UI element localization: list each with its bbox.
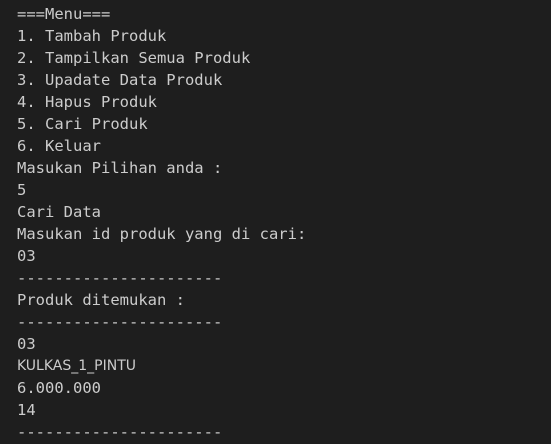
result-found-label: Produk ditemukan : xyxy=(17,291,185,309)
menu-option-4: 4. Hapus Produk xyxy=(17,93,157,111)
menu-option-1: 1. Tambah Produk xyxy=(17,27,167,45)
menu-option-6: 6. Keluar xyxy=(17,137,101,155)
choice-prompt: Masukan Pilihan anda : xyxy=(17,159,223,177)
separator-line: ---------------------- xyxy=(17,269,223,287)
separator-line: ---------------------- xyxy=(17,423,223,441)
separator-line: ---------------------- xyxy=(17,313,223,331)
id-input-value: 03 xyxy=(17,247,36,265)
terminal-output[interactable]: ===Menu=== 1. Tambah Produk 2. Tampilkan… xyxy=(0,0,551,444)
menu-option-5: 5. Cari Produk xyxy=(17,115,148,133)
menu-option-3: 3. Upadate Data Produk xyxy=(17,71,223,89)
product-name-value: KULKAS_1_PINTU xyxy=(17,358,136,374)
product-stock-value: 14 xyxy=(17,401,36,419)
product-price-value: 6.000.000 xyxy=(17,379,101,397)
menu-header: ===Menu=== xyxy=(17,5,111,23)
id-prompt: Masukan id produk yang di cari: xyxy=(17,225,307,243)
product-id-value: 03 xyxy=(17,335,36,353)
search-title: Cari Data xyxy=(17,203,101,221)
choice-input-value: 5 xyxy=(17,181,27,199)
menu-option-2: 2. Tampilkan Semua Produk xyxy=(17,49,251,67)
